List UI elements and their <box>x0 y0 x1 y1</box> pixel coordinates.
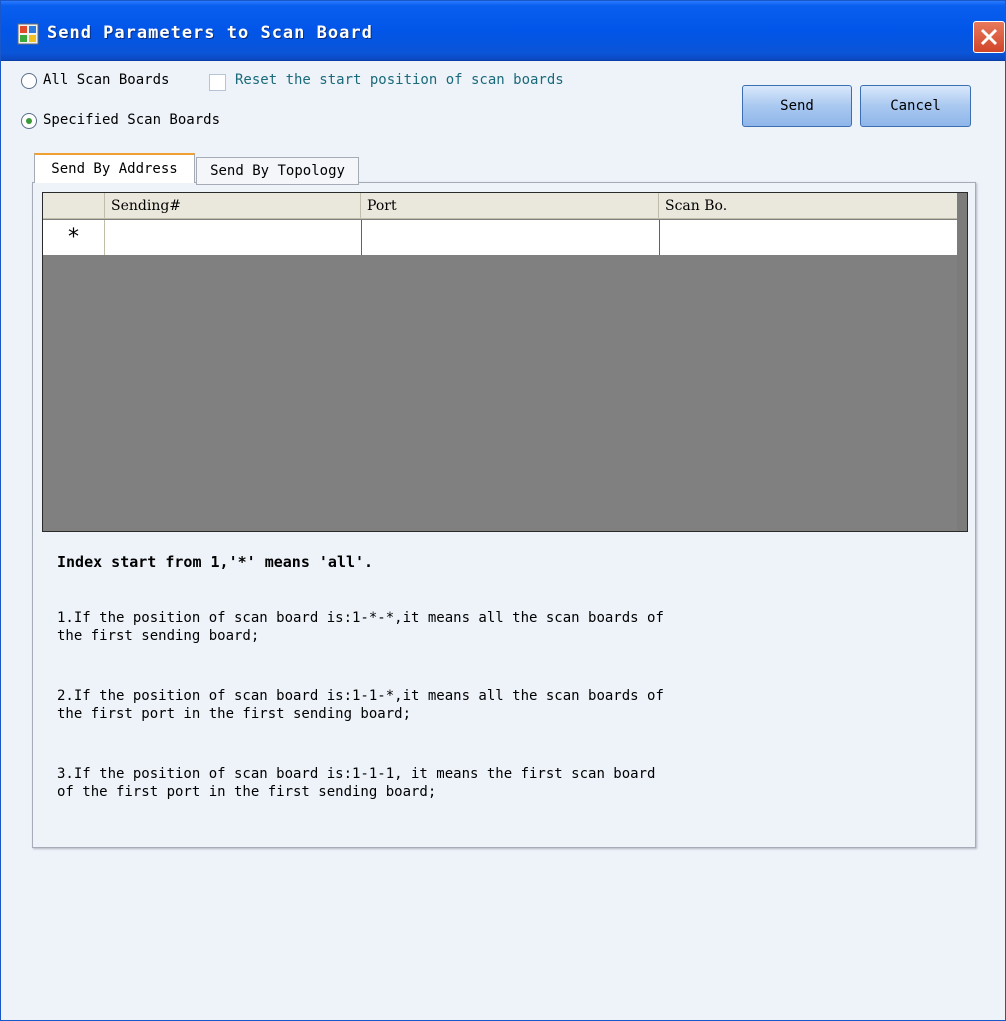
column-header-port[interactable]: Port <box>361 193 659 219</box>
send-button[interactable]: Send <box>742 85 852 127</box>
window-title: Send Parameters to Scan Board <box>47 23 373 43</box>
grid-scrollbar-area <box>957 193 967 531</box>
column-header-sending[interactable]: Sending# <box>105 193 361 219</box>
table-row-new[interactable]: * <box>43 220 957 255</box>
notes-title: Index start from 1,'*' means 'all'. <box>57 553 374 571</box>
cell-scan-board-input[interactable] <box>659 220 957 255</box>
note-item-1: 1.If the position of scan board is:1-*-*… <box>57 610 664 644</box>
app-icon <box>17 23 39 45</box>
cell-port-input[interactable] <box>361 220 659 255</box>
scan-board-grid[interactable]: Sending# Port Scan Bo. * <box>42 192 968 532</box>
help-notes: Index start from 1,'*' means 'all'. 1.If… <box>57 553 937 843</box>
dialog-window: Send Parameters to Scan Board All Scan B… <box>0 0 1006 1021</box>
close-button[interactable] <box>973 21 1005 53</box>
title-bar[interactable]: Send Parameters to Scan Board <box>1 1 1005 61</box>
note-item-2: 2.If the position of scan board is:1-1-*… <box>57 688 664 722</box>
cancel-button[interactable]: Cancel <box>860 85 971 127</box>
grid-corner <box>43 193 105 219</box>
tab-send-by-topology[interactable]: Send By Topology <box>196 157 359 185</box>
column-header-scan-board[interactable]: Scan Bo. <box>659 193 957 219</box>
specified-scan-boards-radio[interactable] <box>21 113 37 129</box>
specified-scan-boards-label: Specified Scan Boards <box>43 112 221 128</box>
grid-header: Sending# Port Scan Bo. <box>43 193 957 219</box>
reset-start-position-checkbox[interactable] <box>209 74 226 91</box>
reset-start-position-label: Reset the start position of scan boards <box>235 72 564 88</box>
tab-send-by-address[interactable]: Send By Address <box>34 153 195 183</box>
close-icon <box>980 28 998 46</box>
cell-sending-input[interactable] <box>105 220 361 255</box>
note-item-3: 3.If the position of scan board is:1-1-1… <box>57 766 656 800</box>
all-scan-boards-label: All Scan Boards <box>43 72 170 88</box>
all-scan-boards-radio[interactable] <box>21 73 37 89</box>
new-row-marker: * <box>43 220 105 255</box>
